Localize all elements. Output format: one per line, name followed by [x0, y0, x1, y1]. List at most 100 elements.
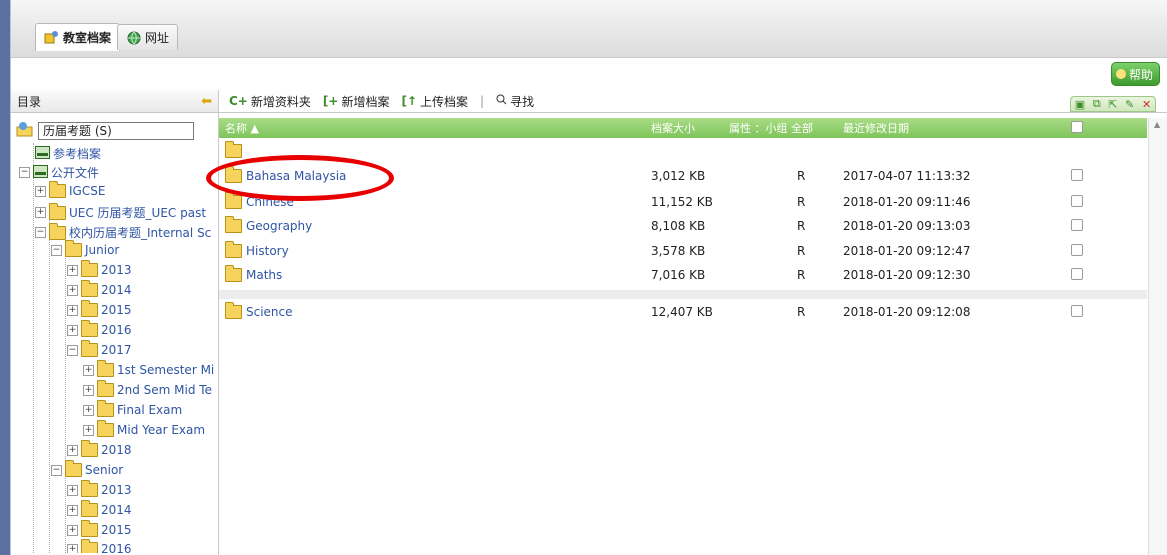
folder-icon	[81, 340, 98, 357]
collapse-arrow-icon[interactable]: ⬅	[201, 94, 212, 109]
tree-root[interactable]: 历届考题 (S)	[16, 121, 194, 140]
expand-icon[interactable]: +	[67, 524, 78, 536]
table-row[interactable]: Science 12,407 KB R 2018-01-20 09:12:08	[219, 301, 1147, 323]
row-checkbox[interactable]	[1071, 305, 1083, 320]
file-size: 11,152 KB	[651, 195, 713, 209]
search-button[interactable]: 寻找	[496, 93, 534, 110]
file-name-link[interactable]: Science	[225, 302, 293, 319]
display-icon[interactable]: ▣	[1075, 98, 1085, 111]
vertical-scrollbar[interactable]: ▲	[1148, 118, 1167, 555]
expand-icon[interactable]: −	[51, 464, 62, 476]
column-name[interactable]: 名称 ▲	[225, 120, 259, 136]
scroll-up-icon[interactable]: ▲	[1154, 120, 1160, 129]
parent-folder-row[interactable]	[219, 140, 1147, 162]
tree-node-2nd-sem[interactable]: + 2nd Sem Mid Te	[83, 380, 212, 397]
row-checkbox[interactable]	[1071, 195, 1083, 210]
tree-node-junior[interactable]: − Junior	[51, 240, 119, 257]
folder-icon	[225, 241, 242, 258]
tree-node-igcse[interactable]: + IGCSE	[35, 181, 105, 198]
delete-icon[interactable]: ✕	[1142, 98, 1151, 111]
tree-node-junior-2015[interactable]: + 2015	[67, 300, 132, 317]
column-modified[interactable]: 最近修改日期	[843, 120, 909, 136]
table-header: 名称 ▲ 档案大小 属性 ：小组 全部 最近修改日期	[219, 118, 1147, 138]
tree-node-mid-year-exam[interactable]: + Mid Year Exam	[83, 420, 205, 437]
expand-icon[interactable]: +	[83, 404, 94, 416]
new-file-icon: [+	[322, 94, 339, 108]
row-divider	[219, 290, 1147, 299]
globe-icon	[126, 30, 141, 45]
rename-icon[interactable]: ✎	[1125, 98, 1134, 111]
tree-node-junior-2016[interactable]: + 2016	[67, 320, 132, 337]
expand-icon[interactable]: +	[67, 484, 78, 496]
help-button[interactable]: 帮助	[1110, 62, 1160, 86]
expand-icon[interactable]: −	[35, 227, 46, 238]
expand-icon[interactable]: −	[67, 344, 78, 356]
row-checkbox[interactable]	[1071, 244, 1083, 259]
tree-node-senior-2015[interactable]: + 2015	[67, 520, 132, 537]
tree-node-senior-2016[interactable]: + 2016	[67, 539, 132, 553]
file-list-pane: C+ 新增资料夹 [+ 新增档案 [↑ 上传档案 | 寻找 ▣ ⧉ ⇱ ✎ ✕ …	[219, 90, 1167, 555]
file-date: 2018-01-20 09:13:03	[843, 219, 971, 233]
sidebar-title: 目录	[17, 94, 42, 109]
expand-icon[interactable]: +	[83, 364, 94, 376]
tree-node-senior-2013[interactable]: + 2013	[67, 480, 132, 497]
upload-icon: [↑	[401, 94, 417, 108]
expand-icon[interactable]: +	[67, 543, 78, 553]
file-date: 2017-04-07 11:13:32	[843, 169, 971, 183]
tree-node-senior[interactable]: − Senior	[51, 460, 123, 477]
tree-node-senior-2014[interactable]: + 2014	[67, 500, 132, 517]
upload-file-button[interactable]: [↑ 上传档案	[401, 93, 468, 110]
expand-icon[interactable]: +	[35, 185, 46, 197]
new-folder-button[interactable]: C+ 新增资料夹	[229, 93, 311, 110]
file-name-link[interactable]: Bahasa Malaysia	[225, 166, 346, 183]
table-row[interactable]: Chinese 11,152 KB R 2018-01-20 09:11:46	[219, 191, 1147, 213]
tree-node-junior-2013[interactable]: + 2013	[67, 260, 132, 277]
lightbulb-icon	[1115, 69, 1126, 79]
expand-icon[interactable]: −	[51, 244, 62, 256]
table-row[interactable]: Maths 7,016 KB R 2018-01-20 09:12:30	[219, 264, 1147, 286]
row-checkbox[interactable]	[1071, 268, 1083, 283]
expand-icon[interactable]: −	[19, 167, 30, 178]
tree-node-junior-2018[interactable]: + 2018	[67, 440, 132, 457]
tab-urls[interactable]: 网址	[117, 24, 179, 50]
tree-node-uec[interactable]: + UEC 历届考题_UEC past	[35, 202, 206, 221]
tree-node-public[interactable]: − 公开文件	[19, 164, 99, 181]
expand-icon[interactable]: +	[67, 324, 78, 336]
tree-node-1st-semester[interactable]: + 1st Semester Mi	[83, 360, 214, 377]
tree-node-junior-2014[interactable]: + 2014	[67, 280, 132, 297]
table-row[interactable]: Geography 8,108 KB R 2018-01-20 09:13:03	[219, 215, 1147, 237]
expand-icon[interactable]: +	[83, 424, 94, 436]
expand-icon[interactable]: +	[67, 264, 78, 276]
file-name-link[interactable]: History	[225, 241, 289, 258]
row-checkbox[interactable]	[1071, 219, 1083, 234]
move-icon[interactable]: ⇱	[1108, 98, 1117, 111]
tree-node-reference[interactable]: 参考档案	[35, 145, 101, 162]
expand-icon[interactable]: +	[83, 384, 94, 396]
file-attr: R	[797, 195, 806, 209]
select-all-checkbox[interactable]	[1071, 120, 1083, 136]
tab-classroom-files[interactable]: 教室档案	[35, 23, 121, 51]
parent-folder-icon	[225, 141, 242, 158]
file-name-link[interactable]: Geography	[225, 216, 312, 233]
column-size[interactable]: 档案大小	[651, 120, 695, 136]
file-name-link[interactable]: Maths	[225, 265, 282, 282]
row-checkbox[interactable]	[1071, 169, 1083, 184]
file-name-link[interactable]: Chinese	[225, 192, 294, 209]
directory-sidebar: 目录 ⬅ 历届考题 (S) 参考档案 − 公开文件 + IGCSE + UEC …	[11, 90, 219, 555]
tree-node-final-exam[interactable]: + Final Exam	[83, 400, 182, 417]
tree-node-internal[interactable]: − 校内历届考题_Internal Sc	[35, 222, 211, 241]
new-file-button[interactable]: [+ 新增档案	[323, 93, 390, 110]
tree-node-junior-2017[interactable]: − 2017	[67, 340, 132, 357]
expand-icon[interactable]: +	[35, 207, 46, 218]
column-attributes[interactable]: 属性 ：小组 全部	[729, 120, 813, 136]
table-row[interactable]: History 3,578 KB R 2018-01-20 09:12:47	[219, 240, 1147, 262]
expand-icon[interactable]: +	[67, 304, 78, 316]
expand-icon[interactable]: +	[67, 504, 78, 516]
table-row[interactable]: Bahasa Malaysia 3,012 KB R 2017-04-07 11…	[219, 165, 1147, 187]
tab-label: 教室档案	[63, 31, 112, 45]
copy-icon[interactable]: ⧉	[1093, 97, 1101, 111]
expand-icon[interactable]: +	[67, 284, 78, 296]
expand-icon[interactable]: +	[67, 444, 78, 456]
file-attr: R	[797, 219, 806, 233]
root-folder-select[interactable]: 历届考题 (S)	[38, 121, 194, 140]
